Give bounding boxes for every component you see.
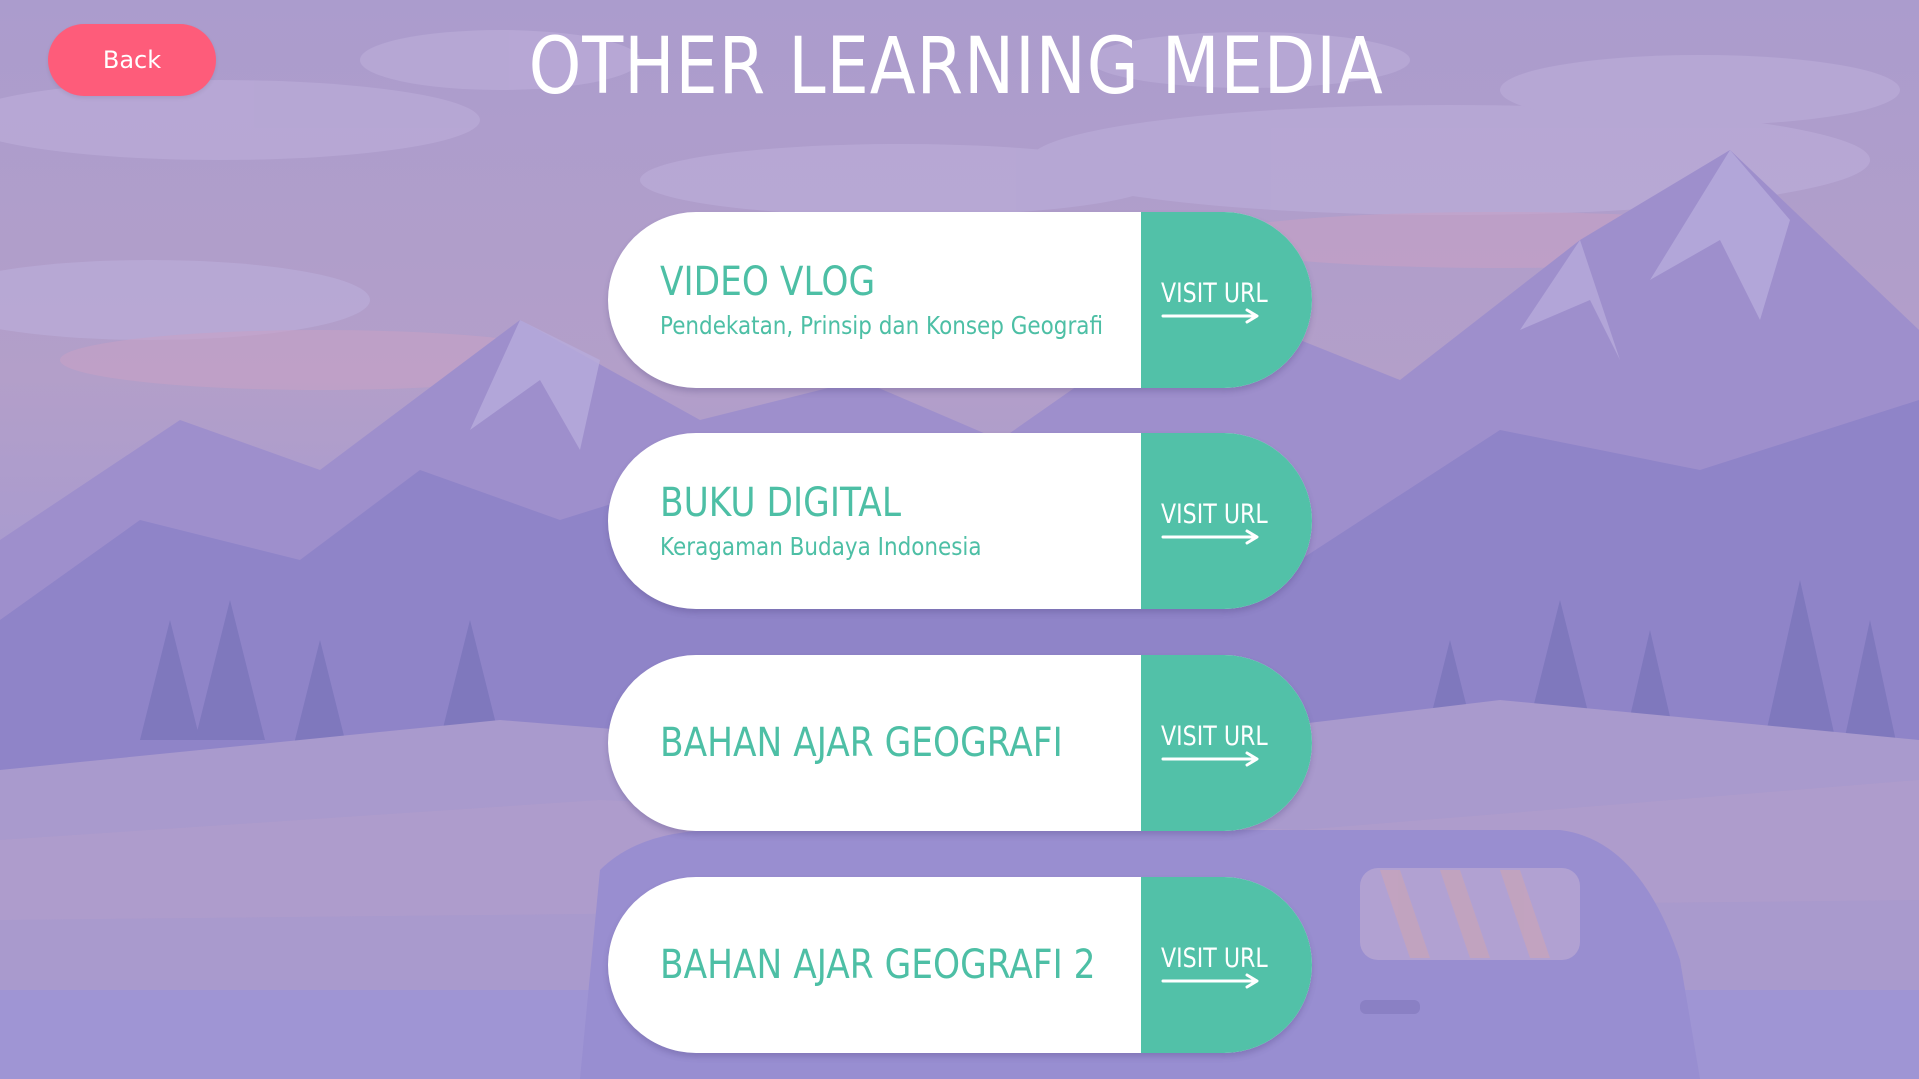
card-text: BUKU DIGITAL Keragaman Budaya Indonesia <box>660 433 1130 609</box>
visit-url-label: VISIT URL <box>1161 721 1268 752</box>
card-title: BAHAN AJAR GEOGRAFI 2 <box>660 942 1096 988</box>
card-text: BAHAN AJAR GEOGRAFI 2 <box>660 877 1130 1053</box>
visit-url-label: VISIT URL <box>1161 278 1268 309</box>
arrow-right-icon <box>1161 308 1259 324</box>
media-card-bahan-ajar-geografi: BAHAN AJAR GEOGRAFI VISIT URL <box>608 655 1312 831</box>
arrow-right-icon <box>1161 529 1259 545</box>
media-card-video-vlog: VIDEO VLOG Pendekatan, Prinsip dan Konse… <box>608 212 1312 388</box>
learning-media-screen: Back OTHER LEARNING MEDIA VIDEO VLOG Pen… <box>0 0 1919 1079</box>
visit-url-button[interactable]: VISIT URL <box>1141 212 1312 388</box>
card-title: VIDEO VLOG <box>660 259 876 305</box>
card-text: VIDEO VLOG Pendekatan, Prinsip dan Konse… <box>660 212 1130 388</box>
card-subtitle: Pendekatan, Prinsip dan Konsep Geografi <box>660 311 1104 340</box>
card-title: BAHAN AJAR GEOGRAFI <box>660 720 1063 766</box>
visit-url-button[interactable]: VISIT URL <box>1141 655 1312 831</box>
visit-url-label: VISIT URL <box>1161 943 1268 974</box>
card-text: BAHAN AJAR GEOGRAFI <box>660 655 1130 831</box>
arrow-right-icon <box>1161 751 1259 767</box>
card-title: BUKU DIGITAL <box>660 480 902 526</box>
page-title: OTHER LEARNING MEDIA <box>0 22 1919 112</box>
visit-url-button[interactable]: VISIT URL <box>1141 433 1312 609</box>
visit-url-button[interactable]: VISIT URL <box>1141 877 1312 1053</box>
arrow-right-icon <box>1161 973 1259 989</box>
card-subtitle: Keragaman Budaya Indonesia <box>660 532 982 561</box>
visit-url-label: VISIT URL <box>1161 499 1268 530</box>
page-title-text: OTHER LEARNING MEDIA <box>528 22 1384 112</box>
media-card-bahan-ajar-geografi-2: BAHAN AJAR GEOGRAFI 2 VISIT URL <box>608 877 1312 1053</box>
media-card-buku-digital: BUKU DIGITAL Keragaman Budaya Indonesia … <box>608 433 1312 609</box>
